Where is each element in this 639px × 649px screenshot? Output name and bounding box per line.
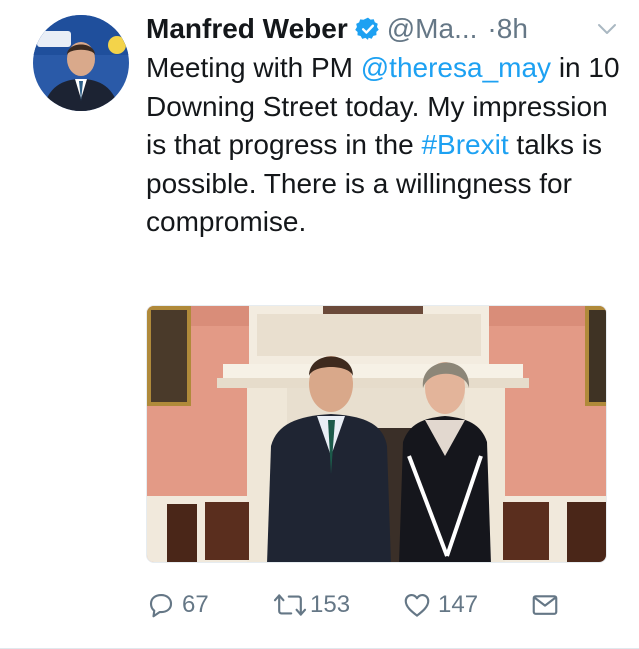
tweet-header: Manfred Weber @Ma... · 8h (146, 12, 619, 46)
tweet-text: Meeting with PM @theresa_may in 10 Downi… (146, 49, 621, 242)
hashtag-link[interactable]: #Brexit (421, 129, 508, 160)
like-icon (402, 590, 432, 620)
reply-button[interactable]: 67 (146, 585, 209, 625)
like-count: 147 (438, 591, 479, 618)
like-button[interactable]: 147 (402, 585, 478, 625)
tweet-actions: 67 153 147 (146, 585, 586, 625)
retweet-count: 153 (310, 591, 351, 618)
photo-image (147, 306, 606, 562)
tweet-text-part: Meeting with PM (146, 52, 361, 83)
retweet-icon (272, 590, 308, 620)
separator-dot: · (487, 13, 497, 44)
reply-icon (146, 590, 176, 620)
author-handle[interactable]: @Ma... (387, 13, 478, 45)
retweet-button[interactable]: 153 (272, 585, 350, 625)
verified-badge-icon (354, 16, 381, 42)
mention-link[interactable]: @theresa_may (361, 52, 551, 83)
direct-message-button[interactable] (530, 585, 560, 625)
tweet-card[interactable]: Manfred Weber @Ma... · 8h Meeting with P… (0, 0, 639, 649)
direct-message-icon (530, 590, 560, 620)
chevron-down-icon[interactable] (595, 16, 619, 40)
reply-count: 67 (182, 591, 209, 618)
author-name[interactable]: Manfred Weber (146, 13, 348, 45)
tweet-photo[interactable] (146, 305, 607, 563)
tweet-timestamp[interactable]: 8h (497, 13, 528, 45)
avatar[interactable] (33, 15, 129, 111)
avatar-image (33, 15, 129, 111)
